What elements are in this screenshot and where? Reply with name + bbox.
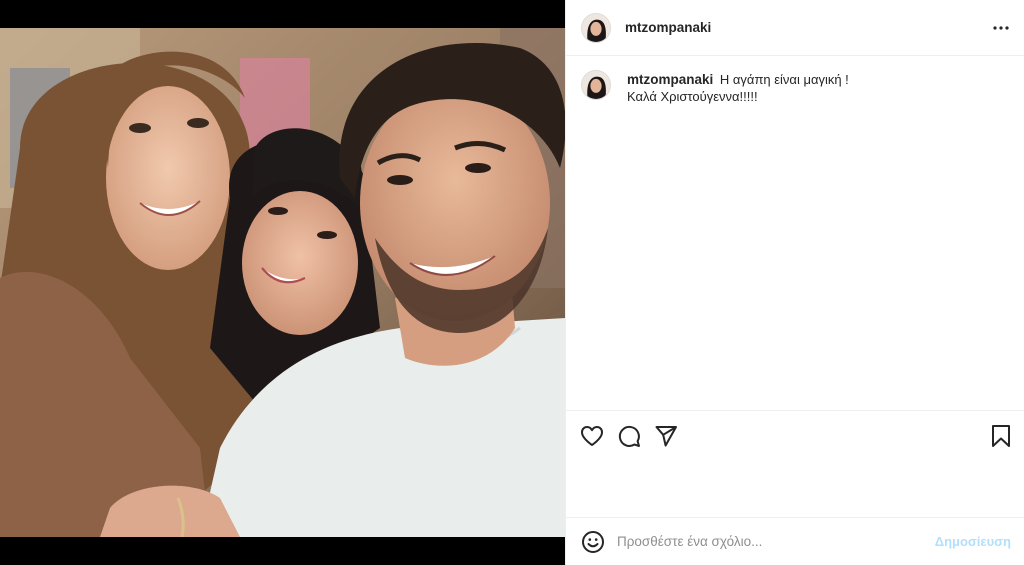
post-comment-button[interactable]: Δημοσίευση [935,534,1011,549]
emoji-icon[interactable] [581,530,605,554]
send-icon[interactable] [653,423,679,449]
post-caption: mtzompanaki Η αγάπη είναι μαγική ! Καλά … [566,56,1024,105]
caption-username-link[interactable]: mtzompanaki [627,72,713,87]
caption-text: mtzompanaki Η αγάπη είναι μαγική ! Καλά … [627,70,849,105]
caption-line-1: Η αγάπη είναι μαγική ! [719,72,849,87]
comment-icon[interactable] [616,423,642,449]
post-header: mtzompanaki [566,0,1024,56]
post-actions [566,410,1024,458]
caption-line-2: Καλά Χριστούγεννα!!!!! [627,89,758,104]
heart-icon[interactable] [579,423,605,449]
post-side-panel: mtzompanaki mtzompanaki Η αγάπη είναι μα… [565,0,1024,565]
caption-avatar[interactable] [581,70,611,100]
more-options-icon[interactable] [991,18,1011,38]
avatar[interactable] [581,12,611,43]
post-media [0,0,565,565]
comment-input[interactable] [617,534,917,549]
add-comment-bar: Δημοσίευση [566,517,1024,565]
username-link[interactable]: mtzompanaki [625,20,711,35]
bookmark-icon[interactable] [988,423,1014,449]
post-photo[interactable] [0,28,565,537]
